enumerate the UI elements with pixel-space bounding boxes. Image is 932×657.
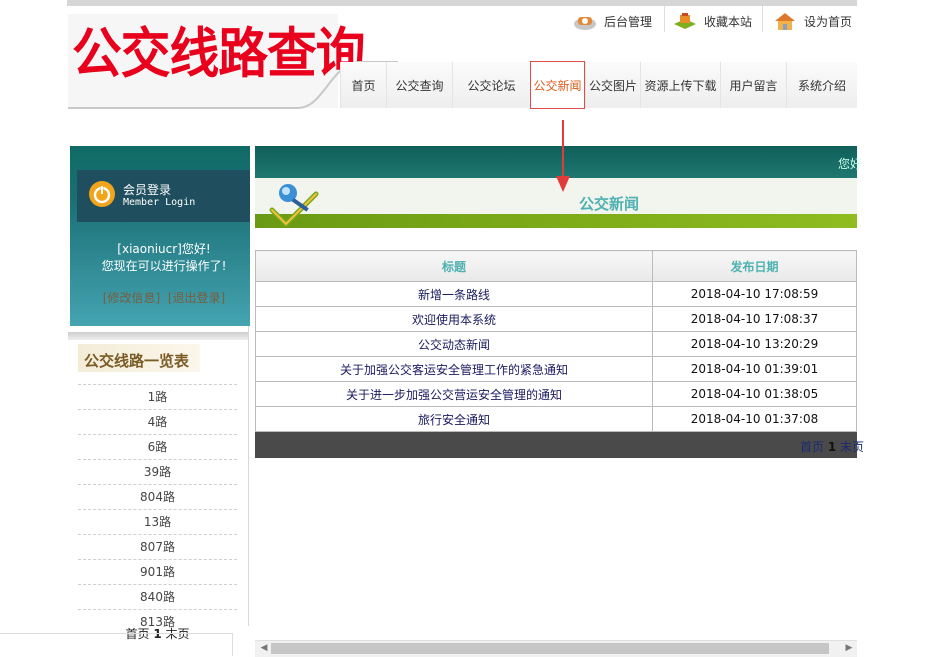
set-home-link[interactable]: 设为首页	[772, 8, 852, 34]
nav-label: 用户留言	[729, 78, 778, 93]
routes-panel-top	[68, 332, 248, 340]
news-title-link[interactable]: 关于进一步加强公交营运安全管理的通知	[255, 381, 653, 407]
admin-link[interactable]: 后台管理	[572, 8, 652, 34]
nav-label: 公交新闻	[533, 78, 582, 93]
news-section-icon	[269, 184, 319, 228]
route-item[interactable]: 13路	[78, 509, 237, 534]
scroll-right-arrow-icon[interactable]: ▶	[843, 642, 855, 654]
admin-link-label: 后台管理	[604, 14, 653, 29]
news-table: 标题 发布日期 新增一条路线 2018-04-10 17:08:59 欢迎使用本…	[255, 250, 857, 432]
table-pager-first[interactable]: 首页	[800, 440, 824, 454]
welcome-username: [xiaoniucr]您好!	[117, 242, 211, 256]
nav-label: 首页	[351, 78, 376, 93]
favorite-icon	[674, 13, 696, 29]
nav-label: 公交查询	[395, 78, 444, 93]
news-date: 2018-04-10 13:20:29	[652, 331, 857, 357]
news-date: 2018-04-10 17:08:37	[652, 306, 857, 332]
set-home-link-label: 设为首页	[804, 14, 853, 29]
news-date: 2018-04-10 01:38:05	[652, 381, 857, 407]
red-arrow-annotation	[556, 120, 570, 192]
scroll-left-arrow-icon[interactable]: ◀	[258, 642, 270, 654]
power-icon	[89, 181, 115, 207]
section-header-green-bar	[255, 214, 857, 228]
route-item[interactable]: 804路	[78, 484, 237, 509]
favorite-link-label: 收藏本站	[704, 14, 753, 29]
table-pager-bar	[255, 432, 857, 458]
nav-item-bus-query[interactable]: 公交查询	[386, 62, 452, 108]
news-date: 2018-04-10 17:08:59	[652, 281, 857, 307]
table-pager-current: 1	[827, 440, 837, 454]
edit-info-link[interactable]: [修改信息]	[103, 291, 160, 305]
news-date: 2018-04-10 01:39:01	[652, 356, 857, 382]
nav-item-about[interactable]: 系统介绍	[786, 62, 857, 108]
home-icon	[775, 13, 795, 30]
phone-icon	[574, 17, 596, 30]
left-bottom-border-vertical	[232, 633, 233, 656]
route-item[interactable]: 6路	[78, 434, 237, 459]
table-row: 关于进一步加强公交营运安全管理的通知 2018-04-10 01:38:05	[255, 381, 857, 407]
news-title-link[interactable]: 公交动态新闻	[255, 331, 653, 357]
route-item[interactable]: 807路	[78, 534, 237, 559]
table-row: 新增一条路线 2018-04-10 17:08:59	[255, 281, 857, 307]
nav-item-bus-images[interactable]: 公交图片	[585, 62, 640, 108]
news-title-link[interactable]: 新增一条路线	[255, 281, 653, 307]
nav-item-home[interactable]: 首页	[340, 62, 386, 108]
nav-label: 公交图片	[588, 78, 637, 93]
main-band-greeting: 您好	[838, 157, 863, 171]
main-nav: 首页 公交查询 公交论坛 公交新闻 公交图片 资源上传下载 用户留言 系统介绍	[340, 61, 857, 109]
table-row: 关于加强公交客运安全管理工作的紧急通知 2018-04-10 01:39:01	[255, 356, 857, 382]
login-title: 会员登录	[123, 183, 172, 197]
left-bottom-border	[0, 633, 232, 634]
news-title-link[interactable]: 欢迎使用本系统	[255, 306, 653, 332]
table-pager: 首页 1 末页	[800, 438, 864, 455]
nav-label: 公交论坛	[467, 78, 516, 93]
news-date: 2018-04-10 01:37:08	[652, 406, 857, 432]
routes-pager-last[interactable]: 末页	[166, 627, 190, 641]
routes-title: 公交线路一览表	[84, 352, 190, 370]
favorite-link[interactable]: 收藏本站	[672, 8, 752, 34]
table-row: 旅行安全通知 2018-04-10 01:37:08	[255, 406, 857, 432]
table-row: 欢迎使用本系统 2018-04-10 17:08:37	[255, 306, 857, 332]
nav-label: 资源上传下载	[644, 78, 717, 93]
column-header-title: 标题	[255, 250, 653, 282]
route-item[interactable]: 4路	[78, 409, 237, 434]
routes-list: 1路 4路 6路 39路 804路 13路 807路 901路 840路 813…	[78, 384, 237, 634]
news-title-link[interactable]: 旅行安全通知	[255, 406, 653, 432]
route-item[interactable]: 1路	[78, 384, 237, 409]
logout-link[interactable]: [退出登录]	[168, 291, 225, 305]
nav-item-bus-news[interactable]: 公交新闻	[530, 61, 585, 109]
login-subtitle: Member Login	[123, 197, 196, 208]
news-title-link[interactable]: 关于加强公交客运安全管理工作的紧急通知	[255, 356, 653, 382]
table-pager-last[interactable]: 末页	[840, 440, 864, 454]
login-actions: [修改信息] [退出登录]	[74, 289, 254, 306]
welcome-message: 您现在可以进行操作了!	[101, 259, 227, 273]
nav-item-messages[interactable]: 用户留言	[720, 62, 786, 108]
nav-item-bus-forum[interactable]: 公交论坛	[452, 62, 530, 108]
route-item[interactable]: 901路	[78, 559, 237, 584]
section-title: 公交新闻	[578, 195, 639, 213]
top-strip	[67, 0, 857, 6]
table-row: 公交动态新闻 2018-04-10 13:20:29	[255, 331, 857, 357]
route-item[interactable]: 840路	[78, 584, 237, 609]
routes-pager-current: 1	[153, 627, 162, 641]
route-item[interactable]: 39路	[78, 459, 237, 484]
nav-label: 系统介绍	[797, 78, 846, 93]
horizontal-scrollbar-thumb[interactable]	[271, 643, 829, 654]
table-header-row: 标题 发布日期	[255, 250, 857, 282]
column-header-date: 发布日期	[652, 250, 857, 282]
nav-item-resource-download[interactable]: 资源上传下载	[640, 62, 720, 108]
routes-pager-first[interactable]: 首页	[125, 627, 149, 641]
